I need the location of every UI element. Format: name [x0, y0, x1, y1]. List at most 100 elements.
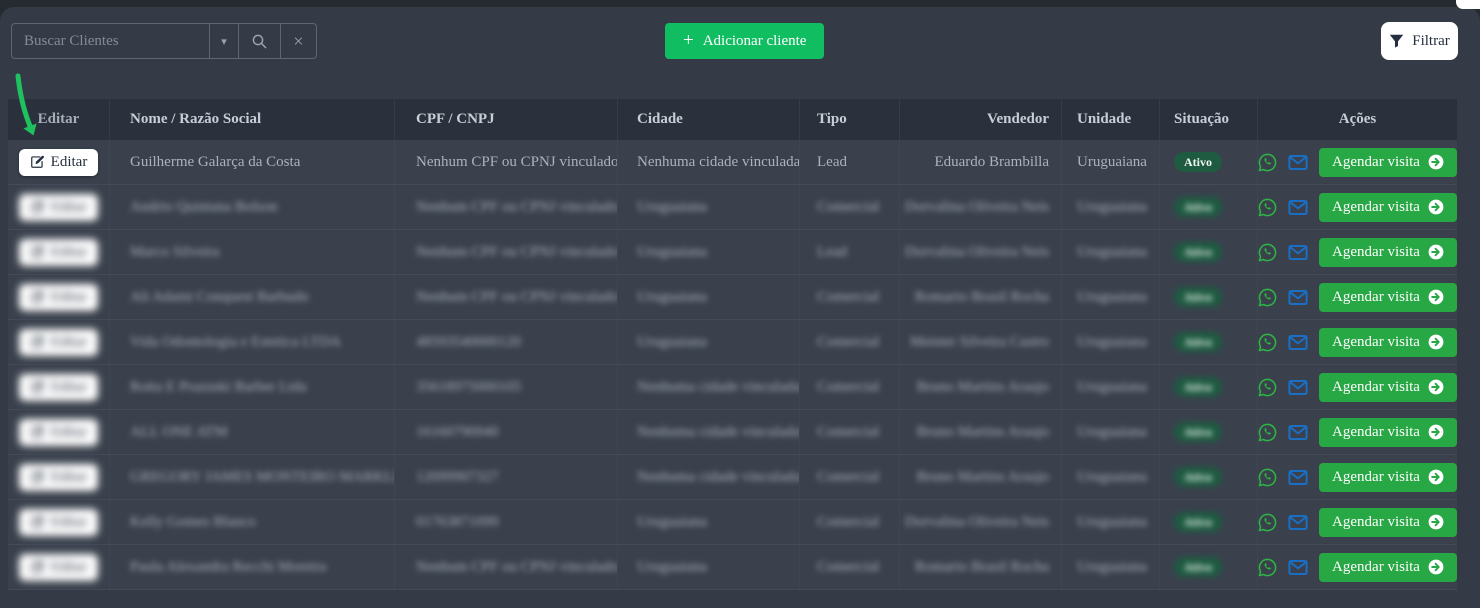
edit-button[interactable]: Editar: [19, 239, 99, 266]
email-button[interactable]: [1288, 199, 1308, 216]
schedule-visit-label: Agendar visita: [1332, 469, 1420, 486]
actions-cell: Agendar visita: [1258, 275, 1457, 319]
client-seller: Romario Brasil Rocha: [915, 289, 1049, 306]
whatsapp-button[interactable]: [1258, 423, 1277, 442]
column-header-acoes: Ações: [1258, 99, 1457, 140]
search-input[interactable]: [11, 23, 210, 59]
client-name: Kelly Gomes Blanco: [130, 514, 256, 531]
status-badge: Ativo: [1174, 467, 1222, 487]
schedule-visit-button[interactable]: Agendar visita: [1319, 508, 1457, 537]
edit-button[interactable]: Editar: [19, 149, 99, 176]
email-button[interactable]: [1288, 424, 1308, 441]
column-header-editar: Editar: [8, 99, 110, 140]
whatsapp-icon: [1258, 153, 1277, 172]
schedule-visit-button[interactable]: Agendar visita: [1319, 373, 1457, 402]
whatsapp-button[interactable]: [1258, 198, 1277, 217]
whatsapp-icon: [1258, 558, 1277, 577]
client-unit: Uruguaiana: [1077, 559, 1147, 576]
add-client-button[interactable]: + Adicionar cliente: [665, 23, 824, 59]
schedule-visit-label: Agendar visita: [1332, 379, 1420, 396]
whatsapp-button[interactable]: [1258, 153, 1277, 172]
status-badge: Ativo: [1174, 197, 1222, 217]
pencil-square-icon: [30, 155, 44, 169]
edit-button[interactable]: Editar: [19, 509, 99, 536]
whatsapp-button[interactable]: [1258, 333, 1277, 352]
edit-button[interactable]: Editar: [19, 284, 99, 311]
email-button[interactable]: [1288, 334, 1308, 351]
search-dropdown-button[interactable]: ▾: [209, 23, 239, 59]
whatsapp-button[interactable]: [1258, 468, 1277, 487]
client-name: ALL ONE ATM: [130, 424, 228, 441]
email-button[interactable]: [1288, 289, 1308, 306]
client-seller: Bruno Martins Araujo: [917, 424, 1050, 441]
pencil-square-icon: [30, 380, 44, 394]
client-seller: Dorvalina Oliveira Neis: [905, 244, 1049, 261]
edit-button[interactable]: Editar: [19, 329, 99, 356]
actions-cell: Agendar visita: [1258, 140, 1457, 184]
schedule-visit-button[interactable]: Agendar visita: [1319, 418, 1457, 447]
schedule-visit-label: Agendar visita: [1332, 244, 1420, 261]
table-row: Editar Marco Silveira Nenhum CPF ou CPNJ…: [8, 230, 1457, 275]
client-city: Nenhuma cidade vinculada!: [637, 154, 800, 171]
filter-label: Filtrar: [1412, 33, 1450, 50]
schedule-visit-button[interactable]: Agendar visita: [1319, 238, 1457, 267]
edit-button[interactable]: Editar: [19, 194, 99, 221]
schedule-visit-button[interactable]: Agendar visita: [1319, 553, 1457, 582]
client-city: Uruguaiana: [637, 334, 707, 351]
pencil-square-icon: [30, 560, 44, 574]
email-button[interactable]: [1288, 559, 1308, 576]
chevron-down-icon: ▾: [221, 35, 227, 48]
client-cpf-cnpj: Nenhum CPF ou CPNJ vinculado!: [416, 559, 618, 576]
edit-button[interactable]: Editar: [19, 374, 99, 401]
table-row: Editar Kelly Gomes Blanco 01763871099 Ur…: [8, 500, 1457, 545]
whatsapp-button[interactable]: [1258, 378, 1277, 397]
whatsapp-button[interactable]: [1258, 513, 1277, 532]
edit-button[interactable]: Editar: [19, 419, 99, 446]
whatsapp-button[interactable]: [1258, 558, 1277, 577]
client-type: Lead: [817, 154, 847, 171]
actions-cell: Agendar visita: [1258, 410, 1457, 454]
schedule-visit-button[interactable]: Agendar visita: [1319, 328, 1457, 357]
email-button[interactable]: [1288, 379, 1308, 396]
email-button[interactable]: [1288, 154, 1308, 171]
client-seller: Bruno Martins Araujo: [917, 469, 1050, 486]
schedule-visit-button[interactable]: Agendar visita: [1319, 193, 1457, 222]
arrow-circle-icon: [1428, 469, 1444, 485]
schedule-visit-button[interactable]: Agendar visita: [1319, 283, 1457, 312]
schedule-visit-label: Agendar visita: [1332, 334, 1420, 351]
client-cpf-cnpj: Nenhum CPF ou CPNJ vinculado!: [416, 244, 618, 261]
edit-button-label: Editar: [51, 379, 88, 396]
filter-button[interactable]: Filtrar: [1381, 22, 1458, 60]
mail-icon: [1288, 244, 1308, 261]
search-button[interactable]: [238, 23, 281, 59]
edit-button[interactable]: Editar: [19, 464, 99, 491]
schedule-visit-label: Agendar visita: [1332, 514, 1420, 531]
search-icon: [251, 33, 268, 50]
client-cpf-cnpj: 16160790940: [416, 424, 499, 441]
email-button[interactable]: [1288, 469, 1308, 486]
whatsapp-icon: [1258, 243, 1277, 262]
whatsapp-button[interactable]: [1258, 243, 1277, 262]
client-unit: Uruguaiana: [1077, 199, 1147, 216]
edit-cell: Editar: [8, 185, 110, 229]
client-type: Comercial: [817, 514, 879, 531]
whatsapp-icon: [1258, 423, 1277, 442]
email-button[interactable]: [1288, 244, 1308, 261]
table-row: Editar Guilherme Galarça da Costa Nenhum…: [8, 140, 1457, 185]
clear-search-button[interactable]: ×: [280, 23, 317, 59]
schedule-visit-button[interactable]: Agendar visita: [1319, 463, 1457, 492]
column-header-situacao: Situação: [1160, 99, 1258, 140]
whatsapp-button[interactable]: [1258, 288, 1277, 307]
status-badge: Ativo: [1174, 332, 1222, 352]
mail-icon: [1288, 559, 1308, 576]
actions-cell: Agendar visita: [1258, 185, 1457, 229]
edit-button[interactable]: Editar: [19, 554, 99, 581]
email-button[interactable]: [1288, 514, 1308, 531]
client-city: Uruguaiana: [637, 559, 707, 576]
whatsapp-icon: [1258, 378, 1277, 397]
client-city: Uruguaiana: [637, 514, 707, 531]
column-header-unidade: Unidade: [1062, 99, 1160, 140]
table-header-row: EditarNome / Razão SocialCPF / CNPJCidad…: [8, 99, 1457, 140]
schedule-visit-button[interactable]: Agendar visita: [1319, 148, 1457, 177]
status-badge: Ativo: [1174, 287, 1222, 307]
